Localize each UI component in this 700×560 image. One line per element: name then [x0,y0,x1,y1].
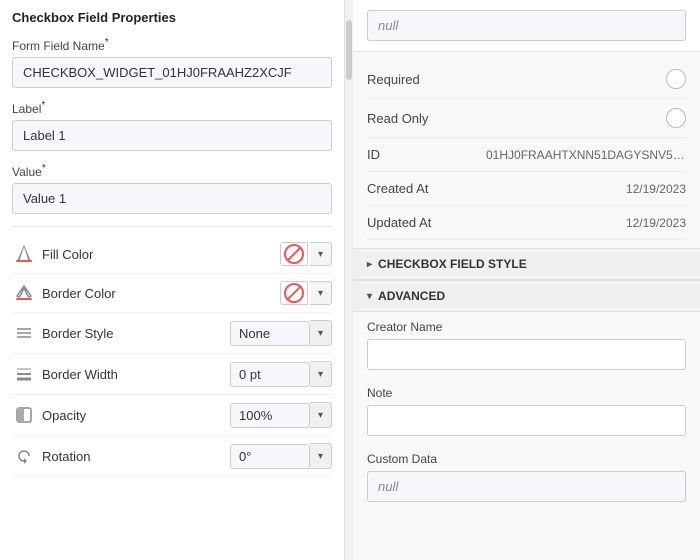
left-scrollbar[interactable] [345,0,353,560]
created-at-row: Created At 12/19/2023 [367,172,686,206]
border-color-label: Border Color [36,286,280,301]
note-label: Note [367,386,686,400]
border-style-icon [12,321,36,345]
border-color-swatch-container: ▾ [280,281,332,305]
border-color-swatch[interactable] [280,281,308,305]
border-style-select-container: None Solid Dashed Dotted ▾ [230,320,332,346]
rotation-select[interactable]: 0° 90° 180° 270° [230,444,310,469]
border-style-label: Border Style [36,326,230,341]
border-style-select[interactable]: None Solid Dashed Dotted [230,321,310,346]
created-at-label: Created At [367,181,626,196]
top-null-input[interactable] [367,10,686,41]
left-scrollbar-thumb[interactable] [346,20,352,80]
note-group: Note [353,378,700,444]
id-label: ID [367,147,486,162]
checkbox-style-arrow-icon: ▸ [367,259,372,270]
value-field-label: Value* [12,163,332,179]
right-properties-list: Required Read Only ID 01HJ0FRAAHTXNN51DA… [353,52,700,248]
custom-data-input[interactable] [367,471,686,502]
right-top-field-group [353,0,700,52]
advanced-arrow-icon: ▾ [367,291,372,302]
rotation-icon [12,444,36,468]
border-style-row: Border Style None Solid Dashed Dotted ▾ [12,313,332,354]
fill-color-row: Fill Color ▾ [12,235,332,274]
creator-name-label: Creator Name [367,320,686,334]
rotation-row: Rotation 0° 90° 180° 270° ▾ [12,436,332,477]
updated-at-label: Updated At [367,215,626,230]
divider-1 [12,226,332,227]
rotation-arrow: ▾ [310,443,332,469]
border-color-row: Border Color ▾ [12,274,332,313]
checkbox-field-style-section[interactable]: ▸ CHECKBOX FIELD STYLE [353,248,700,280]
left-scroll-area: Form Field Name* Label* Value* [0,33,344,560]
required-row: Required [367,60,686,99]
read-only-row: Read Only [367,99,686,138]
border-width-icon [12,362,36,386]
fill-color-label: Fill Color [36,247,280,262]
required-toggle[interactable] [666,69,686,89]
opacity-row: Opacity 100% 75% 50% 25% ▾ [12,395,332,436]
opacity-select[interactable]: 100% 75% 50% 25% [230,403,310,428]
read-only-toggle[interactable] [666,108,686,128]
border-color-no-color [284,283,304,303]
id-row: ID 01HJ0FRAAHTXNN51DAGYSNV5X9 [367,138,686,172]
value-field-group: Value* [12,163,332,214]
border-color-icon [12,281,36,305]
advanced-label: ADVANCED [378,289,445,303]
required-label: Required [367,72,666,87]
checkbox-style-label: CHECKBOX FIELD STYLE [378,257,527,271]
label-field-label: Label* [12,100,332,116]
created-at-value: 12/19/2023 [626,182,686,196]
read-only-label: Read Only [367,111,666,126]
form-field-name-input[interactable] [12,57,332,88]
creator-name-group: Creator Name [353,312,700,378]
opacity-label: Opacity [36,408,230,423]
form-field-name-group: Form Field Name* [12,37,332,88]
panel-title: Checkbox Field Properties [0,0,344,33]
border-style-arrow: ▾ [310,320,332,346]
fill-color-swatch[interactable] [280,242,308,266]
left-panel: Checkbox Field Properties Form Field Nam… [0,0,345,560]
border-width-label: Border Width [36,367,230,382]
custom-data-group: Custom Data [353,444,700,510]
opacity-arrow: ▾ [310,402,332,428]
updated-at-value: 12/19/2023 [626,216,686,230]
border-width-row: Border Width 0 pt 1 pt 2 pt ▾ [12,354,332,395]
rotation-label: Rotation [36,449,230,464]
opacity-icon [12,403,36,427]
form-field-name-label: Form Field Name* [12,37,332,53]
label-field-input[interactable] [12,120,332,151]
creator-name-input[interactable] [367,339,686,370]
border-width-arrow: ▾ [310,361,332,387]
opacity-select-container: 100% 75% 50% 25% ▾ [230,402,332,428]
right-panel: Required Read Only ID 01HJ0FRAAHTXNN51DA… [353,0,700,560]
fill-color-icon [12,242,36,266]
border-width-select-container: 0 pt 1 pt 2 pt ▾ [230,361,332,387]
id-value: 01HJ0FRAAHTXNN51DAGYSNV5X9 [486,148,686,162]
border-width-select[interactable]: 0 pt 1 pt 2 pt [230,362,310,387]
fill-color-no-color [284,244,304,264]
value-field-input[interactable] [12,183,332,214]
fill-color-swatch-container: ▾ [280,242,332,266]
note-input[interactable] [367,405,686,436]
updated-at-row: Updated At 12/19/2023 [367,206,686,240]
label-field-group: Label* [12,100,332,151]
custom-data-label: Custom Data [367,452,686,466]
advanced-section[interactable]: ▾ ADVANCED [353,280,700,312]
rotation-select-container: 0° 90° 180° 270° ▾ [230,443,332,469]
border-color-dropdown[interactable]: ▾ [310,281,332,305]
fill-color-dropdown[interactable]: ▾ [310,242,332,266]
